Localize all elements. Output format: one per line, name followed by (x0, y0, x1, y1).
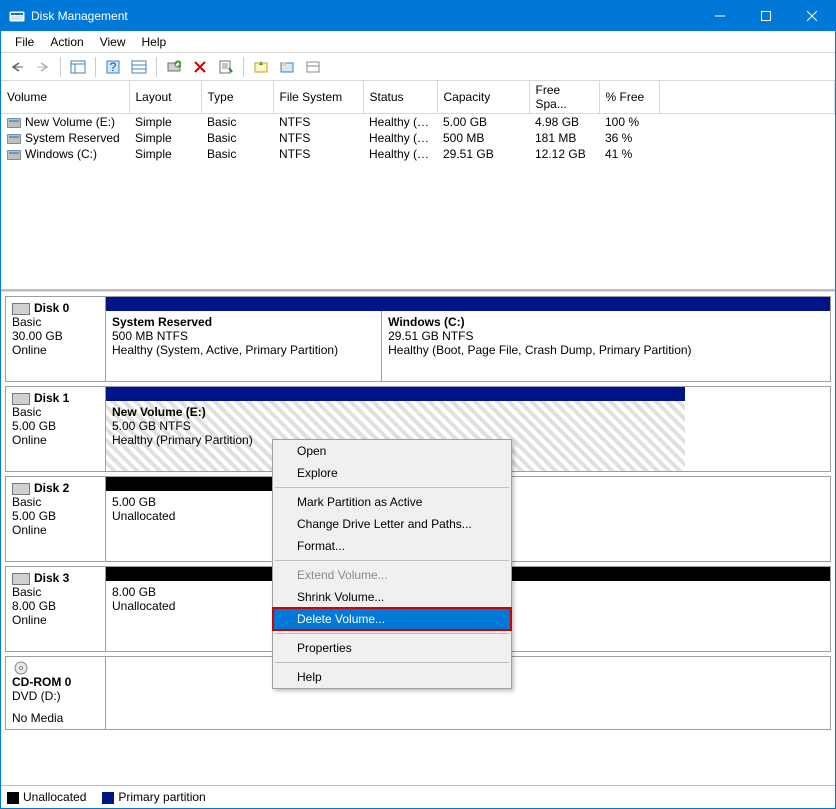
ctx-extend[interactable]: Extend Volume... (273, 564, 511, 586)
disk-row: Disk 0 Basic 30.00 GB Online System Rese… (5, 296, 831, 382)
window-title: Disk Management (31, 9, 697, 23)
titlebar: Disk Management (1, 1, 835, 31)
volume-row[interactable]: Windows (C:)SimpleBasicNTFSHealthy (B...… (1, 146, 835, 162)
forward-button[interactable] (31, 55, 55, 79)
settings-icon[interactable] (127, 55, 151, 79)
action2-icon[interactable] (275, 55, 299, 79)
col-free[interactable]: Free Spa... (529, 81, 599, 114)
menu-file[interactable]: File (7, 33, 42, 51)
ctx-help[interactable]: Help (273, 666, 511, 688)
ctx-open[interactable]: Open (273, 440, 511, 462)
menu-action[interactable]: Action (42, 33, 91, 51)
disk-info[interactable]: Disk 0 Basic 30.00 GB Online (6, 297, 106, 381)
partition[interactable]: System Reserved 500 MB NTFS Healthy (Sys… (106, 311, 381, 381)
action3-icon[interactable] (301, 55, 325, 79)
col-type[interactable]: Type (201, 81, 273, 114)
col-fs[interactable]: File System (273, 81, 363, 114)
maximize-button[interactable] (743, 1, 789, 31)
volume-icon (7, 150, 21, 160)
legend-primary-swatch (102, 792, 114, 804)
col-layout[interactable]: Layout (129, 81, 201, 114)
disk-info[interactable]: Disk 1 Basic 5.00 GB Online (6, 387, 106, 471)
action-icon[interactable] (249, 55, 273, 79)
volume-icon (7, 134, 21, 144)
col-volume[interactable]: Volume (1, 81, 129, 114)
col-pct[interactable]: % Free (599, 81, 659, 114)
toolbar: ? (1, 53, 835, 81)
minimize-button[interactable] (697, 1, 743, 31)
col-status[interactable]: Status (363, 81, 437, 114)
volume-icon (7, 118, 21, 128)
context-menu: Open Explore Mark Partition as Active Ch… (272, 439, 512, 689)
ctx-explore[interactable]: Explore (273, 462, 511, 484)
ctx-properties[interactable]: Properties (273, 637, 511, 659)
delete-icon[interactable] (188, 55, 212, 79)
close-button[interactable] (789, 1, 835, 31)
back-button[interactable] (5, 55, 29, 79)
svg-text:?: ? (110, 60, 117, 74)
disk-info[interactable]: Disk 3 Basic 8.00 GB Online (6, 567, 106, 651)
ctx-mark-active[interactable]: Mark Partition as Active (273, 491, 511, 513)
ctx-format[interactable]: Format... (273, 535, 511, 557)
menubar: File Action View Help (1, 31, 835, 53)
ctx-change-letter[interactable]: Change Drive Letter and Paths... (273, 513, 511, 535)
volume-row[interactable]: New Volume (E:)SimpleBasicNTFSHealthy (P… (1, 114, 835, 131)
menu-view[interactable]: View (92, 33, 134, 51)
menu-help[interactable]: Help (134, 33, 175, 51)
ctx-shrink[interactable]: Shrink Volume... (273, 586, 511, 608)
app-icon (9, 8, 25, 24)
disk-info[interactable]: Disk 2 Basic 5.00 GB Online (6, 477, 106, 561)
partition[interactable]: Windows (C:) 29.51 GB NTFS Healthy (Boot… (381, 311, 830, 381)
disk-info[interactable]: CD-ROM 0 DVD (D:) No Media (6, 657, 106, 729)
col-capacity[interactable]: Capacity (437, 81, 529, 114)
volume-list: Volume Layout Type File System Status Ca… (1, 81, 835, 291)
legend-unallocated-swatch (7, 792, 19, 804)
refresh-icon[interactable] (162, 55, 186, 79)
legend: Unallocated Primary partition (1, 785, 835, 808)
ctx-delete-volume[interactable]: Delete Volume... (273, 608, 511, 630)
properties-icon[interactable] (214, 55, 238, 79)
help-icon[interactable]: ? (101, 55, 125, 79)
show-hide-button[interactable] (66, 55, 90, 79)
volume-row[interactable]: System ReservedSimpleBasicNTFSHealthy (S… (1, 130, 835, 146)
